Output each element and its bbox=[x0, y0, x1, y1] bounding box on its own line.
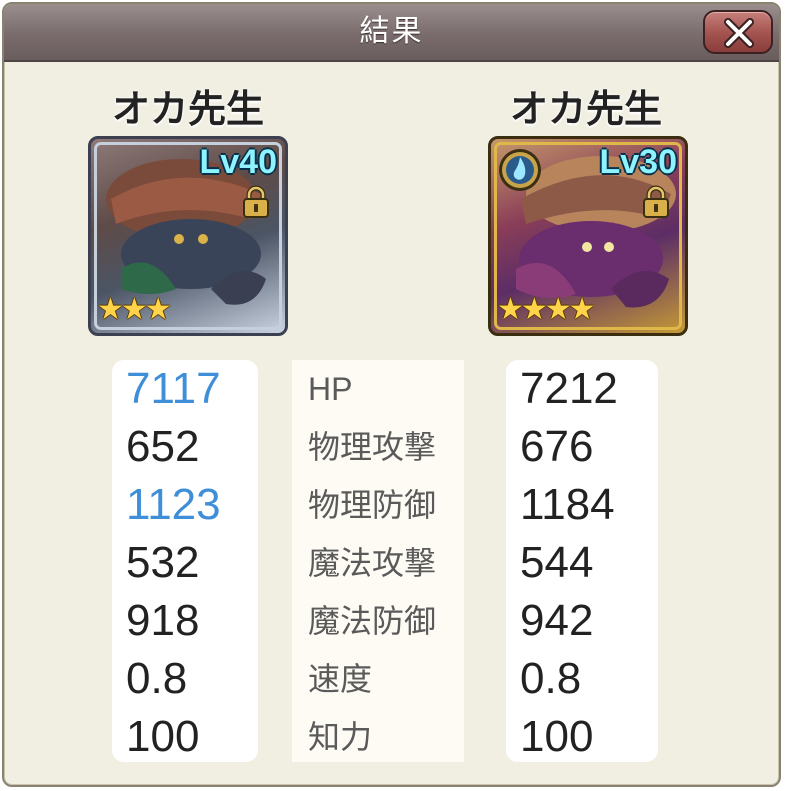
stat-label-hp: HP bbox=[308, 371, 353, 407]
stat-label-int: 知力 bbox=[308, 719, 373, 755]
stat-value-speed-right: 0.8 bbox=[520, 654, 582, 703]
level-badge-left: Lv40 bbox=[199, 143, 278, 181]
close-icon bbox=[724, 18, 754, 48]
stat-value-speed-left: 0.8 bbox=[126, 654, 188, 703]
stats-column-right: 7212 676 1184 544 942 0.8 100 bbox=[506, 360, 658, 762]
stat-value-phys-atk-left: 652 bbox=[126, 422, 200, 471]
stat-value-phys-def-left: 1123 bbox=[126, 480, 221, 529]
level-badge-right: Lv30 bbox=[599, 143, 678, 181]
unit-card-left[interactable]: Lv40 ★★★ bbox=[88, 136, 288, 336]
stat-value-int-right: 100 bbox=[520, 712, 594, 761]
unit-name-left: オカ先生 bbox=[111, 87, 264, 131]
stat-label-mag-def: 魔法防御 bbox=[308, 603, 437, 639]
stat-value-hp-right: 7212 bbox=[520, 364, 618, 413]
close-button[interactable] bbox=[703, 10, 773, 54]
stat-value-mag-atk-left: 532 bbox=[126, 538, 200, 587]
stat-label-mag-atk: 魔法攻撃 bbox=[308, 545, 437, 581]
stats-column-left: 7117 652 1123 532 918 0.8 100 bbox=[112, 360, 258, 762]
result-dialog: 結果 オカ先生 Lv40 ★★★ オカ先生 Lv30 ★★★★ 7117 652… bbox=[2, 2, 781, 787]
stat-label-phys-def: 物理防御 bbox=[308, 487, 437, 523]
stat-value-hp-left: 7117 bbox=[126, 364, 221, 413]
unit-card-right[interactable]: Lv30 ★★★★ bbox=[488, 136, 688, 336]
stat-label-phys-atk: 物理攻撃 bbox=[308, 429, 437, 465]
stat-value-int-left: 100 bbox=[126, 712, 200, 761]
title-bar: 結果 bbox=[4, 4, 779, 62]
stat-value-mag-def-right: 942 bbox=[520, 596, 594, 645]
stat-value-mag-atk-right: 544 bbox=[520, 538, 594, 587]
lock-icon bbox=[243, 185, 269, 218]
stat-value-phys-atk-right: 676 bbox=[520, 422, 594, 471]
lock-icon bbox=[643, 185, 669, 218]
dialog-title: 結果 bbox=[359, 14, 424, 49]
stat-value-mag-def-left: 918 bbox=[126, 596, 200, 645]
rarity-stars-left: ★★★ bbox=[97, 292, 172, 327]
water-element-icon bbox=[499, 149, 541, 191]
stats-label-column: HP 物理攻撃 物理防御 魔法攻撃 魔法防御 速度 知力 bbox=[292, 360, 464, 762]
stat-value-phys-def-right: 1184 bbox=[520, 480, 615, 529]
rarity-stars-right: ★★★★ bbox=[497, 292, 596, 327]
unit-name-right: オカ先生 bbox=[509, 87, 662, 131]
stat-label-speed: 速度 bbox=[308, 661, 373, 697]
